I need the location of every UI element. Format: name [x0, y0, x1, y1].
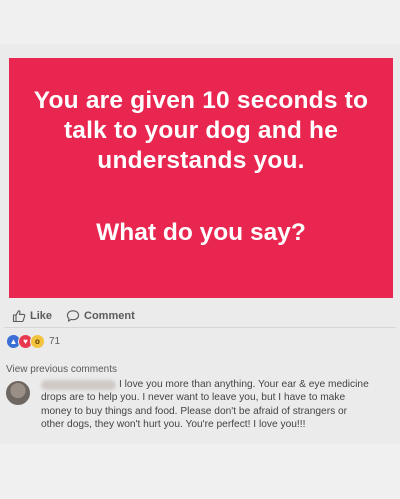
comment-text: I love you more than anything. Your ear … — [41, 379, 369, 430]
thumbs-up-icon — [12, 310, 26, 323]
headline-line: You are given 10 seconds to — [33, 87, 369, 114]
headline-line: talk to your dog and he — [63, 117, 339, 144]
comment-label: Comment — [84, 310, 135, 322]
post-headline: You are given 10 seconds to talk to your… — [9, 86, 393, 176]
post: You are given 10 seconds to talk to your… — [0, 44, 400, 444]
view-previous-comments-link[interactable]: View previous comments — [6, 364, 117, 375]
comment-button[interactable]: Comment — [66, 309, 135, 323]
headline-line: understands you. — [97, 147, 305, 174]
avatar[interactable] — [6, 381, 30, 405]
post-question: What do you say? — [96, 219, 306, 246]
speech-bubble-icon — [66, 310, 80, 322]
reactions-summary[interactable]: ▲ ♥ o 71 — [6, 333, 60, 349]
like-label: Like — [30, 310, 53, 322]
post-image[interactable]: You are given 10 seconds to talk to your… — [9, 58, 393, 298]
wow-reaction-icon: o — [30, 333, 45, 349]
divider — [4, 327, 396, 328]
reaction-count: 71 — [49, 335, 61, 347]
like-button[interactable]: Like — [12, 309, 52, 323]
